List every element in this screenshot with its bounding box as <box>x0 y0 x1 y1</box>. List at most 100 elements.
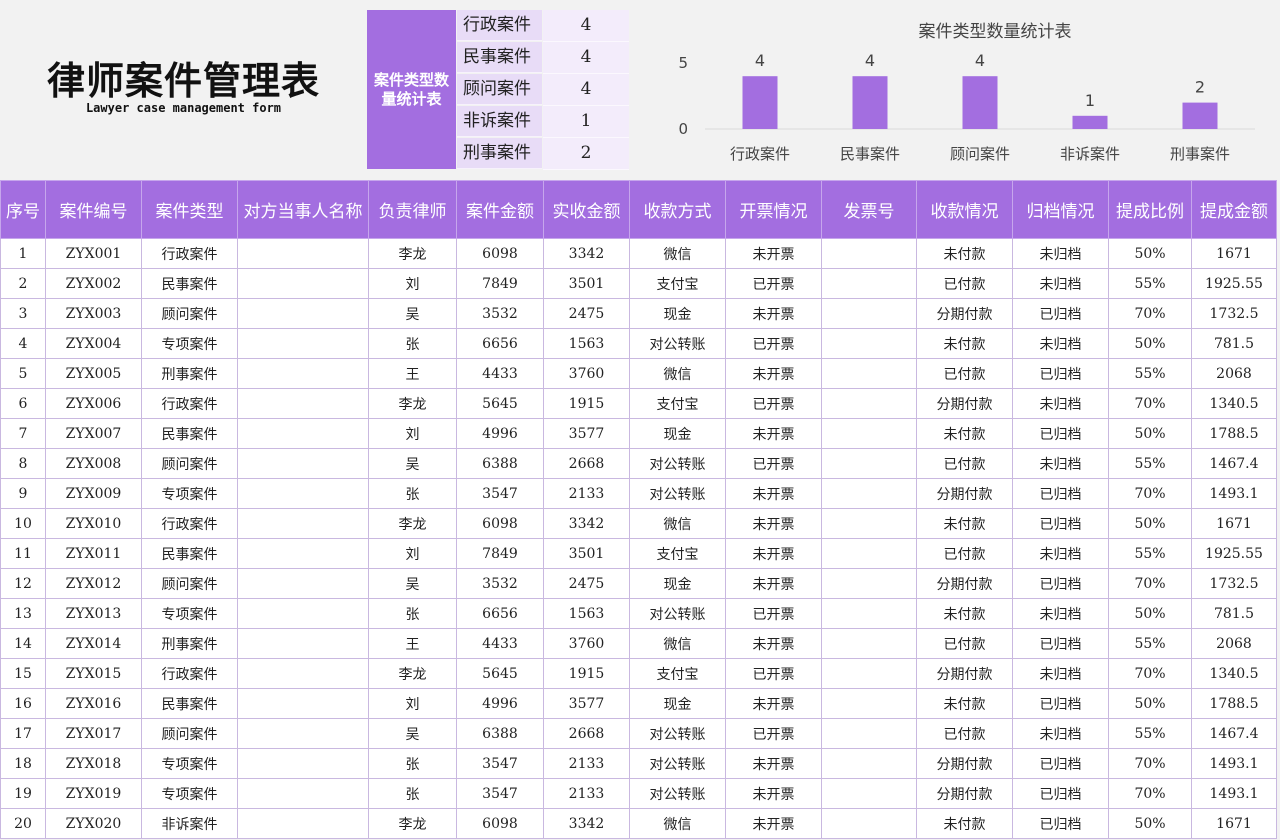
table-cell[interactable]: 未开票 <box>725 238 822 269</box>
table-cell[interactable]: 6098 <box>456 238 544 269</box>
column-header[interactable]: 负责律师 <box>368 180 457 239</box>
table-cell[interactable] <box>237 748 369 779</box>
table-cell[interactable]: 未归档 <box>1012 448 1109 479</box>
table-cell[interactable]: ZYX016 <box>45 688 142 719</box>
table-cell[interactable] <box>821 778 917 809</box>
table-cell[interactable]: 民事案件 <box>141 538 238 569</box>
table-cell[interactable]: 3501 <box>543 268 630 299</box>
table-cell[interactable]: 2668 <box>543 718 630 749</box>
column-header[interactable]: 案件类型 <box>141 180 238 239</box>
table-cell[interactable]: 对公转账 <box>629 748 726 779</box>
table-cell[interactable]: 1671 <box>1191 808 1277 839</box>
table-cell[interactable]: 微信 <box>629 358 726 389</box>
table-cell[interactable]: 已归档 <box>1012 808 1109 839</box>
table-cell[interactable]: ZYX001 <box>45 238 142 269</box>
column-header[interactable]: 收款情况 <box>916 180 1013 239</box>
table-cell[interactable]: 2133 <box>543 478 630 509</box>
stat-count[interactable]: 4 <box>543 74 629 106</box>
table-cell[interactable]: 1493.1 <box>1191 748 1277 779</box>
table-cell[interactable]: 李龙 <box>368 388 457 419</box>
table-cell[interactable]: 3532 <box>456 298 544 329</box>
table-cell[interactable]: 70% <box>1108 388 1192 419</box>
table-cell[interactable]: 刑事案件 <box>141 358 238 389</box>
table-cell[interactable]: 未付款 <box>916 688 1013 719</box>
table-cell[interactable] <box>237 628 369 659</box>
table-cell[interactable]: 4996 <box>456 688 544 719</box>
table-cell[interactable]: ZYX002 <box>45 268 142 299</box>
table-cell[interactable]: 1563 <box>543 598 630 629</box>
table-cell[interactable]: 15 <box>0 658 46 689</box>
column-header[interactable]: 案件金额 <box>456 180 544 239</box>
table-cell[interactable]: 分期付款 <box>916 478 1013 509</box>
table-cell[interactable]: 4 <box>0 328 46 359</box>
table-cell[interactable]: 未付款 <box>916 808 1013 839</box>
table-cell[interactable]: 3760 <box>543 628 630 659</box>
table-cell[interactable]: 未归档 <box>1012 538 1109 569</box>
table-cell[interactable]: 分期付款 <box>916 778 1013 809</box>
table-cell[interactable]: 未付款 <box>916 328 1013 359</box>
table-cell[interactable]: 支付宝 <box>629 538 726 569</box>
table-cell[interactable]: 刘 <box>368 418 457 449</box>
table-cell[interactable] <box>821 538 917 569</box>
table-cell[interactable]: 已归档 <box>1012 478 1109 509</box>
table-cell[interactable]: 1925.55 <box>1191 538 1277 569</box>
table-cell[interactable]: 已付款 <box>916 268 1013 299</box>
table-cell[interactable]: 70% <box>1108 478 1192 509</box>
table-cell[interactable]: 王 <box>368 358 457 389</box>
table-cell[interactable]: 2068 <box>1191 628 1277 659</box>
table-cell[interactable] <box>237 538 369 569</box>
table-cell[interactable]: 1493.1 <box>1191 478 1277 509</box>
table-cell[interactable] <box>237 508 369 539</box>
column-header[interactable]: 对方当事人名称 <box>237 180 369 239</box>
table-cell[interactable]: 19 <box>0 778 46 809</box>
table-cell[interactable]: 未开票 <box>725 778 822 809</box>
table-cell[interactable]: 对公转账 <box>629 448 726 479</box>
table-cell[interactable]: 3501 <box>543 538 630 569</box>
table-cell[interactable]: 已付款 <box>916 538 1013 569</box>
case-type-bar-chart[interactable]: 案件类型数量统计表 0 5 4 行政案件 4 民事案件 4 顾问案件 1 非诉案件 2 刑事案件 <box>660 12 1270 172</box>
table-cell[interactable]: 专项案件 <box>141 328 238 359</box>
table-cell[interactable]: 1732.5 <box>1191 568 1277 599</box>
table-cell[interactable]: 顾问案件 <box>141 448 238 479</box>
table-cell[interactable]: 已付款 <box>916 718 1013 749</box>
table-cell[interactable]: 李龙 <box>368 508 457 539</box>
stat-count[interactable]: 2 <box>543 138 629 170</box>
table-cell[interactable]: ZYX010 <box>45 508 142 539</box>
table-cell[interactable]: 支付宝 <box>629 658 726 689</box>
table-cell[interactable]: 吴 <box>368 568 457 599</box>
table-cell[interactable]: 对公转账 <box>629 598 726 629</box>
table-cell[interactable]: 分期付款 <box>916 298 1013 329</box>
column-header[interactable]: 发票号 <box>821 180 917 239</box>
table-cell[interactable] <box>821 448 917 479</box>
column-header[interactable]: 开票情况 <box>725 180 822 239</box>
table-cell[interactable] <box>821 598 917 629</box>
table-cell[interactable]: 张 <box>368 748 457 779</box>
table-cell[interactable]: 刘 <box>368 688 457 719</box>
table-cell[interactable] <box>237 268 369 299</box>
table-cell[interactable]: 3577 <box>543 418 630 449</box>
table-cell[interactable]: 14 <box>0 628 46 659</box>
table-cell[interactable]: 3760 <box>543 358 630 389</box>
table-cell[interactable]: 2133 <box>543 748 630 779</box>
table-cell[interactable]: 55% <box>1108 448 1192 479</box>
table-cell[interactable]: 支付宝 <box>629 388 726 419</box>
bar[interactable] <box>1072 115 1108 129</box>
table-cell[interactable]: 未归档 <box>1012 388 1109 419</box>
table-cell[interactable]: 支付宝 <box>629 268 726 299</box>
table-cell[interactable]: 已开票 <box>725 718 822 749</box>
table-cell[interactable] <box>237 418 369 449</box>
table-cell[interactable] <box>821 478 917 509</box>
table-cell[interactable]: 行政案件 <box>141 388 238 419</box>
table-cell[interactable]: 非诉案件 <box>141 808 238 839</box>
table-cell[interactable]: 已归档 <box>1012 778 1109 809</box>
table-cell[interactable]: 李龙 <box>368 658 457 689</box>
table-cell[interactable]: 已开票 <box>725 388 822 419</box>
table-cell[interactable]: 顾问案件 <box>141 718 238 749</box>
table-cell[interactable]: 16 <box>0 688 46 719</box>
table-cell[interactable]: 10 <box>0 508 46 539</box>
table-cell[interactable]: 4433 <box>456 358 544 389</box>
table-cell[interactable]: 专项案件 <box>141 478 238 509</box>
column-header[interactable]: 实收金额 <box>543 180 630 239</box>
table-cell[interactable]: ZYX018 <box>45 748 142 779</box>
table-cell[interactable] <box>237 778 369 809</box>
